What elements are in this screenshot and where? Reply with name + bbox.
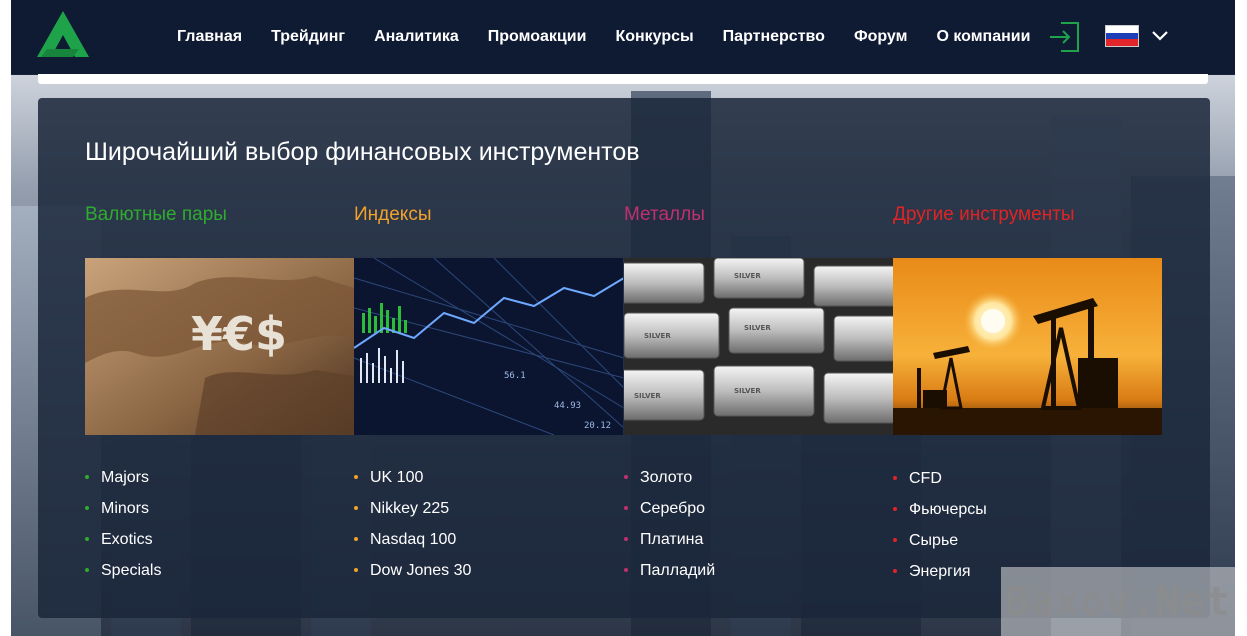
oil-pumps-sunset-image[interactable] xyxy=(893,258,1162,435)
svg-text:SILVER: SILVER xyxy=(634,392,661,400)
list-item[interactable]: Серебро xyxy=(624,499,715,530)
list-item[interactable]: Золото xyxy=(624,468,715,499)
list-item[interactable]: UK 100 xyxy=(354,468,471,499)
bullet-icon xyxy=(85,475,89,479)
list-item-label: Энергия xyxy=(909,563,971,580)
svg-text:56.1: 56.1 xyxy=(504,371,526,381)
bullet-icon xyxy=(85,568,89,572)
watermark: Baxov.Net xyxy=(1001,567,1235,636)
svg-text:SILVER: SILVER xyxy=(734,387,761,395)
nav-item-contests[interactable]: Конкурсы xyxy=(615,28,693,46)
bullet-icon xyxy=(354,537,358,541)
page-title: Широчайший выбор финансовых инструментов xyxy=(85,138,640,166)
bullet-icon xyxy=(624,568,628,572)
list-item[interactable]: Specials xyxy=(85,561,161,592)
bullet-icon xyxy=(893,476,897,480)
nav-item-trading[interactable]: Трейдинг xyxy=(271,28,345,46)
currency-pairs-list: Majors Minors Exotics Specials xyxy=(85,468,161,592)
column-title-indices[interactable]: Индексы xyxy=(354,204,431,226)
list-item-label: Nikkey 225 xyxy=(370,500,450,517)
main-nav: Главная Трейдинг Аналитика Промоакции Ко… xyxy=(177,0,1059,74)
column-title-currency-pairs[interactable]: Валютные пары xyxy=(85,204,227,226)
bullet-icon xyxy=(893,538,897,542)
list-item-label: Фьючерсы xyxy=(909,501,987,518)
bullet-icon xyxy=(85,506,89,510)
chevron-down-icon[interactable] xyxy=(1151,28,1169,42)
list-item[interactable]: Dow Jones 30 xyxy=(354,561,471,592)
nav-item-home[interactable]: Главная xyxy=(177,28,242,46)
list-item[interactable]: Nasdaq 100 xyxy=(354,530,471,561)
watermark-text: Baxov.Net xyxy=(1005,578,1231,625)
currency-symbols-image[interactable]: ¥€$ xyxy=(85,258,354,435)
list-item-label: Exotics xyxy=(101,531,153,548)
nav-item-forum[interactable]: Форум xyxy=(854,28,908,46)
list-item[interactable]: Exotics xyxy=(85,530,161,561)
bullet-icon xyxy=(624,475,628,479)
login-arrow-icon[interactable] xyxy=(1047,20,1081,54)
svg-text:44.93: 44.93 xyxy=(554,401,581,411)
list-item[interactable]: Фьючерсы xyxy=(893,500,987,531)
list-item-label: Платина xyxy=(640,531,704,548)
list-item[interactable]: Minors xyxy=(85,499,161,530)
nav-item-about[interactable]: О компании xyxy=(936,28,1030,46)
silver-bars-image[interactable]: SILVER SILVER SILVER SILVER SILVER xyxy=(624,258,893,435)
list-item[interactable]: Сырье xyxy=(893,531,987,562)
instruments-panel: Широчайший выбор финансовых инструментов… xyxy=(38,98,1210,618)
bullet-icon xyxy=(893,569,897,573)
list-item-label: Specials xyxy=(101,562,162,579)
list-item-label: Палладий xyxy=(640,562,716,579)
svg-text:SILVER: SILVER xyxy=(644,332,671,340)
list-item-label: Majors xyxy=(101,469,150,486)
bullet-icon xyxy=(85,537,89,541)
list-item-label: CFD xyxy=(909,470,942,487)
list-item[interactable]: Majors xyxy=(85,468,161,499)
bullet-icon xyxy=(893,507,897,511)
bullet-icon xyxy=(354,568,358,572)
nav-item-analytics[interactable]: Аналитика xyxy=(374,28,459,46)
list-item-label: Сырье xyxy=(909,532,959,549)
bullet-icon xyxy=(354,475,358,479)
bullet-icon xyxy=(624,506,628,510)
svg-text:20.12: 20.12 xyxy=(584,421,611,431)
list-item[interactable]: Энергия xyxy=(893,562,987,593)
list-item-label: Minors xyxy=(101,500,150,517)
svg-text:¥€$: ¥€$ xyxy=(191,307,287,361)
column-title-metals[interactable]: Металлы xyxy=(624,204,705,226)
list-item-label: UK 100 xyxy=(370,469,424,486)
column-title-other-instruments[interactable]: Другие инструменты xyxy=(893,204,1075,226)
metals-list: Золото Серебро Платина Палладий xyxy=(624,468,715,592)
bullet-icon xyxy=(354,506,358,510)
list-item-label: Dow Jones 30 xyxy=(370,562,472,579)
list-item-label: Золото xyxy=(640,469,693,486)
list-item[interactable]: Nikkey 225 xyxy=(354,499,471,530)
svg-text:SILVER: SILVER xyxy=(744,324,771,332)
brand-logo-icon[interactable] xyxy=(37,11,89,59)
list-item[interactable]: CFD xyxy=(893,469,987,500)
list-item[interactable]: Платина xyxy=(624,530,715,561)
stock-index-chart-image[interactable]: 44.93 20.12 56.1 xyxy=(354,258,623,435)
page-viewport: Главная Трейдинг Аналитика Промоакции Ко… xyxy=(11,0,1235,636)
other-instruments-list: CFD Фьючерсы Сырье Энергия xyxy=(893,469,987,593)
bullet-icon xyxy=(624,537,628,541)
nav-item-partnership[interactable]: Партнерство xyxy=(723,28,825,46)
russian-flag-icon[interactable] xyxy=(1105,25,1139,47)
svg-text:SILVER: SILVER xyxy=(734,272,761,280)
list-item-label: Серебро xyxy=(640,500,706,517)
list-item-label: Nasdaq 100 xyxy=(370,531,457,548)
nav-item-promotions[interactable]: Промоакции xyxy=(488,28,587,46)
list-item[interactable]: Палладий xyxy=(624,561,715,592)
indices-list: UK 100 Nikkey 225 Nasdaq 100 Dow Jones 3… xyxy=(354,468,471,592)
top-navigation-bar: Главная Трейдинг Аналитика Промоакции Ко… xyxy=(11,0,1235,74)
header-strip xyxy=(38,74,1208,84)
